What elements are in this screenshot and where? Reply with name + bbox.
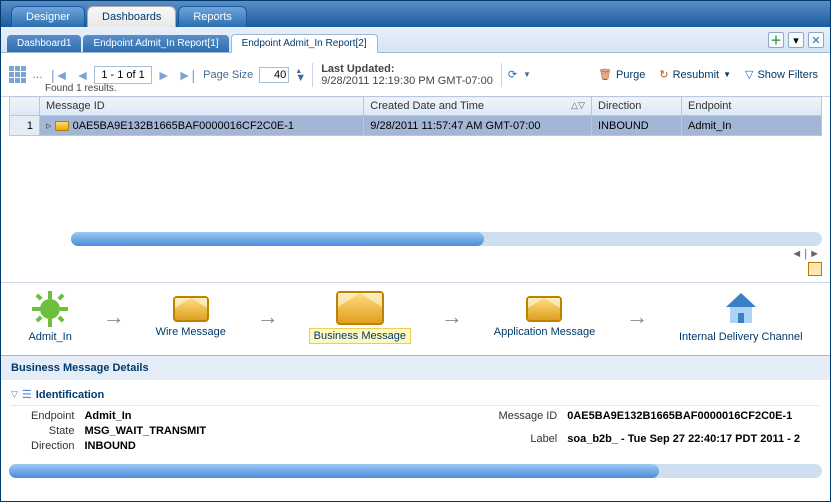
resubmit-icon: ↻ <box>659 68 668 81</box>
col-message-id[interactable]: Message ID <box>40 97 364 116</box>
first-page-button[interactable]: |◄ <box>49 65 71 85</box>
resubmit-button[interactable]: ↻Resubmit▼ <box>655 66 735 83</box>
tab-designer[interactable]: Designer <box>11 6 85 27</box>
arrow-icon: → <box>441 304 463 330</box>
state-value: MSG_WAIT_TRANSMIT <box>84 425 206 437</box>
arrow-icon: → <box>626 304 648 330</box>
direction-value: INBOUND <box>84 440 206 452</box>
label-label: Label <box>499 433 558 453</box>
direction-label: Direction <box>31 440 74 452</box>
tab-reports[interactable]: Reports <box>178 6 247 27</box>
flow-label: Application Message <box>494 326 596 338</box>
flow-node-internal-delivery-channel[interactable]: Internal Delivery Channel <box>679 291 803 343</box>
sort-indicator-icon: △▽ <box>571 100 585 111</box>
table-horizontal-scrollbar[interactable] <box>71 232 822 246</box>
table-row[interactable]: 1 ▹ 0AE5BA9E132B1665BAF0000016CF2C0E-1 9… <box>10 116 822 136</box>
trash-icon: 🗑 <box>598 68 612 81</box>
subtab-endpoint-report-1[interactable]: Endpoint Admit_In Report[1] <box>83 35 228 52</box>
pager: |◄ ◄ 1 - 1 of 1 ► ►| <box>49 65 197 85</box>
sub-tabs: Dashboard1 Endpoint Admit_In Report[1] E… <box>1 27 830 53</box>
col-created[interactable]: Created Date and Time△▽ <box>364 97 592 116</box>
refresh-icon[interactable]: ⟳ <box>508 68 517 81</box>
flow-node-admit-in[interactable]: Admit_In <box>28 291 71 343</box>
house-icon <box>722 291 760 327</box>
show-filters-button[interactable]: ▽Show Filters <box>741 66 822 83</box>
primary-tabs: Designer Dashboards Reports <box>1 1 830 27</box>
last-updated: Last Updated: 9/28/2011 12:19:30 PM GMT-… <box>312 63 502 87</box>
endpoint-value: Admit_In <box>84 410 206 422</box>
page-size-stepper[interactable]: ▲▼ <box>295 69 306 81</box>
cell-rownum: 1 <box>10 116 40 136</box>
envelope-icon <box>526 296 562 322</box>
page-size-label: Page Size <box>203 69 253 81</box>
popout-icon[interactable] <box>808 262 822 276</box>
envelope-icon <box>173 296 209 322</box>
results-table: Message ID Created Date and Time△▽ Direc… <box>9 96 822 136</box>
cell-message-id: ▹ 0AE5BA9E132B1665BAF0000016CF2C0E-1 <box>40 116 364 136</box>
flow-node-business-message[interactable]: Business Message <box>310 291 410 343</box>
add-tab-button[interactable]: ＋ <box>768 32 784 48</box>
flow-label: Business Message <box>310 329 410 343</box>
collapse-icon[interactable]: ▽ <box>11 389 18 400</box>
popout-row <box>1 260 830 282</box>
flow-label: Internal Delivery Channel <box>679 331 803 343</box>
next-page-button[interactable]: ► <box>155 65 173 85</box>
cell-endpoint: Admit_In <box>682 116 822 136</box>
subtab-endpoint-report-2[interactable]: Endpoint Admit_In Report[2] <box>231 34 378 53</box>
label-value: soa_b2b_ - Tue Sep 27 22:40:17 PDT 2011 … <box>567 433 800 453</box>
identification-fields: Endpoint Admit_In State MSG_WAIT_TRANSMI… <box>11 406 820 452</box>
subtab-dashboard1[interactable]: Dashboard1 <box>7 35 81 52</box>
flow-node-application-message[interactable]: Application Message <box>494 296 596 338</box>
details-panel-header: Business Message Details <box>1 355 830 380</box>
grid-view-icon[interactable] <box>9 66 26 83</box>
tab-dashboards[interactable]: Dashboards <box>87 6 176 27</box>
mail-icon <box>55 121 69 131</box>
close-tab-button[interactable]: ✕ <box>808 32 824 48</box>
col-endpoint[interactable]: Endpoint <box>682 97 822 116</box>
message-id-label: Message ID <box>499 410 558 430</box>
cell-direction: INBOUND <box>592 116 682 136</box>
flow-node-wire-message[interactable]: Wire Message <box>156 296 226 338</box>
envelope-icon <box>336 291 384 325</box>
expand-icon[interactable]: ▹ <box>46 120 52 132</box>
col-rownum[interactable] <box>10 97 40 116</box>
tab-menu-dropdown[interactable]: ▾ <box>788 32 804 48</box>
cell-created: 9/28/2011 11:57:47 AM GMT-07:00 <box>364 116 592 136</box>
message-id-value: 0AE5BA9E132B1665BAF0000016CF2C0E-1 <box>567 410 800 430</box>
gear-icon <box>32 291 68 327</box>
col-direction[interactable]: Direction <box>592 97 682 116</box>
arrow-icon: → <box>103 304 125 330</box>
purge-button[interactable]: 🗑Purge <box>594 66 649 83</box>
page-range: 1 - 1 of 1 <box>94 66 151 84</box>
refresh-dropdown[interactable]: ▼ <box>523 70 531 79</box>
results-table-wrap: Message ID Created Date and Time△▽ Direc… <box>1 96 830 136</box>
identification-section-header[interactable]: ▽ ☰ Identification <box>11 384 820 406</box>
scroll-left-icon[interactable]: ◄ <box>791 248 802 260</box>
arrow-icon: → <box>257 304 279 330</box>
section-title: Identification <box>36 389 104 401</box>
last-page-button[interactable]: ►| <box>176 65 198 85</box>
message-flow: Admit_In → Wire Message → Business Messa… <box>1 282 830 355</box>
prev-page-button[interactable]: ◄ <box>74 65 92 85</box>
endpoint-label: Endpoint <box>31 410 74 422</box>
details-horizontal-scrollbar[interactable] <box>9 464 822 478</box>
filter-icon: ▽ <box>745 68 753 81</box>
flow-label: Admit_In <box>28 331 71 343</box>
list-icon: ☰ <box>22 388 32 401</box>
details-body: ▽ ☰ Identification Endpoint Admit_In Sta… <box>1 380 830 458</box>
scroll-right-icon[interactable]: ► <box>809 248 820 260</box>
page-size-input[interactable] <box>259 67 289 83</box>
flow-label: Wire Message <box>156 326 226 338</box>
more-icon[interactable]: … <box>32 69 43 81</box>
state-label: State <box>31 425 74 437</box>
